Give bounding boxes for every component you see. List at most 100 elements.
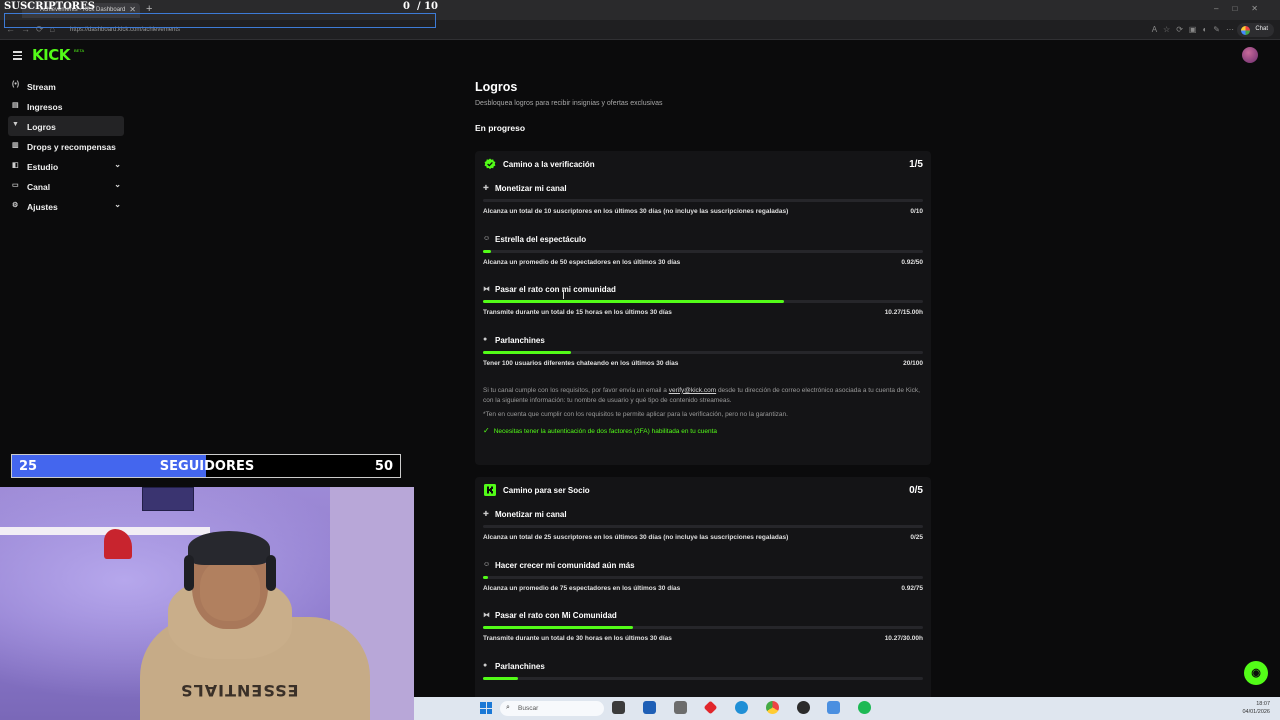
webcam-cap xyxy=(188,531,270,565)
app-red-icon[interactable] xyxy=(703,700,718,715)
sidebar-item-drops[interactable]: ▥ Drops y recompensas xyxy=(8,136,124,156)
info-text-part: Si tu canal cumple con los requisitos, p… xyxy=(483,386,669,394)
taskbar-apps xyxy=(612,700,880,716)
search-icon: ⌕ xyxy=(506,704,510,711)
task-description: Alcanza un promedio de 75 espectadores e… xyxy=(483,584,681,592)
task-description: Alcanza un total de 25 suscriptores en l… xyxy=(483,534,789,541)
obs-icon[interactable] xyxy=(796,701,810,714)
subs-goal: 10 xyxy=(424,1,438,12)
channel-icon: ▭ xyxy=(12,182,19,189)
chat-bubble-icon: ● xyxy=(483,336,488,344)
verification-info: Si tu canal cumple con los requisitos, p… xyxy=(475,380,931,454)
webcam-feed: ESSENTIALS xyxy=(0,487,414,720)
chrome-icon[interactable] xyxy=(765,701,779,714)
taskbar-search[interactable]: ⌕ Buscar xyxy=(500,701,604,716)
followers-goal-overlay: 25 SEGUIDORES 50 xyxy=(11,454,401,478)
windows-start-icon[interactable] xyxy=(480,702,492,714)
twofa-requirement: ✓ Necesitas tener la autenticación de dos… xyxy=(483,426,923,437)
card-header[interactable]: Camino para ser Socio 0/5 xyxy=(475,477,931,503)
subs-overlay-bar xyxy=(4,13,436,28)
info-text: Si tu canal cumple con los requisitos, p… xyxy=(483,386,923,406)
page-title: Logros xyxy=(475,80,518,94)
calculator-icon[interactable] xyxy=(673,701,687,714)
sidebar-item-estudio[interactable]: ◧ Estudio ⌄ xyxy=(8,156,124,176)
plus-icon: ✚ xyxy=(483,511,489,518)
task-name: Estrella del espectáculo xyxy=(495,234,587,244)
taskbar: ⌕ Buscar 18:07 04/01/2026 xyxy=(414,697,1280,720)
spotify-icon[interactable] xyxy=(858,701,872,714)
webcam-headphone-right xyxy=(266,555,276,591)
chevron-down-icon: ⌄ xyxy=(114,160,121,169)
plus-icon: ✚ xyxy=(483,185,489,192)
taskbar-search-placeholder: Buscar xyxy=(518,705,539,712)
task-item: ⧓ Pasar el rato con mi comunidad Transmi… xyxy=(475,278,931,329)
beta-tag: BETA xyxy=(74,48,85,53)
progress-fill xyxy=(483,626,634,630)
chat-button[interactable]: Chat xyxy=(1237,23,1274,37)
task-item: ● Parlanchines Tener 100 usuarios difere… xyxy=(475,329,931,380)
taskbar-clock[interactable]: 18:07 04/01/2026 xyxy=(1242,700,1270,716)
clock-date: 04/01/2026 xyxy=(1242,709,1270,715)
card-count: 1/5 xyxy=(909,159,923,170)
task-list: ✚ Monetizar mi canal Alcanza un total de… xyxy=(475,177,931,380)
card-header[interactable]: Camino a la verificación 1/5 xyxy=(475,151,931,177)
task-name: Parlanchines xyxy=(495,336,545,346)
email-link[interactable]: verify@kick.com xyxy=(669,387,716,394)
chat-bubble-icon: ● xyxy=(483,662,488,670)
info-note: *Ten en cuenta que cumplir con los requi… xyxy=(483,410,788,418)
task-item: ✚ Monetizar mi canal Alcanza un total de… xyxy=(475,177,931,228)
followers-goal: 50 xyxy=(374,459,393,474)
window-controls[interactable]: –□✕ xyxy=(1214,4,1272,13)
card-count: 0/5 xyxy=(909,485,923,496)
sidebar-item-label: Logros xyxy=(27,122,56,132)
notepad-icon[interactable] xyxy=(827,701,841,714)
progress-fill xyxy=(483,351,571,355)
edge-icon[interactable] xyxy=(735,701,749,714)
task-description: Tener 100 usuarios diferentes chateando … xyxy=(483,360,679,368)
followers-label: SEGUIDORES xyxy=(159,459,255,474)
sidebar-item-label: Ingresos xyxy=(27,102,63,112)
trophy-icon: ▼ xyxy=(12,121,19,128)
broadcast-icon: ⧓ xyxy=(483,612,490,620)
webcam-poster xyxy=(142,487,194,511)
explorer-icon[interactable] xyxy=(642,701,656,714)
progress-bar xyxy=(483,575,923,579)
card-title: Camino para ser Socio xyxy=(503,486,590,495)
main-content: Logros Desbloquea logros para recibir in… xyxy=(475,80,931,133)
text-cursor xyxy=(563,290,566,299)
achievement-card-verification: Camino a la verificación 1/5 ✚ Monetizar… xyxy=(475,151,931,465)
webcam-headphone-left xyxy=(184,555,194,591)
gift-icon: ▥ xyxy=(12,142,19,149)
kick-logo[interactable]: KICK xyxy=(32,46,70,64)
task-description: Alcanza un total de 10 suscriptores en l… xyxy=(483,208,789,215)
task-description: Transmite durante un total de 30 horas e… xyxy=(483,635,672,643)
support-chat-button[interactable]: ◉ xyxy=(1244,661,1268,685)
sidebar-item-logros[interactable]: ▼ Logros xyxy=(8,116,124,136)
progress-bar xyxy=(483,525,923,528)
chat-icon: ◉ xyxy=(1251,667,1261,679)
task-value: 0.92/75 xyxy=(901,584,923,592)
progress-bar xyxy=(483,351,923,355)
broadcast-icon: (•) xyxy=(12,81,20,88)
sidebar-item-ingresos[interactable]: ▤ Ingresos xyxy=(8,96,124,116)
chat-label: Chat xyxy=(1255,26,1268,32)
subs-overlay-count: 0 / 10 xyxy=(403,1,438,12)
avatar[interactable] xyxy=(1242,47,1258,63)
task-value: 20/100 xyxy=(903,360,923,368)
broadcast-icon: ⧓ xyxy=(483,286,490,294)
task-name: Hacer crecer mi comunidad aún más xyxy=(495,560,635,570)
menu-icon[interactable] xyxy=(13,51,22,60)
extension-icons[interactable]: A☆⟳▣◐✎⋯ xyxy=(1152,25,1240,34)
progress-fill xyxy=(483,249,491,253)
gear-icon: ⚙ xyxy=(12,202,19,209)
sidebar-item-stream[interactable]: (•) Stream xyxy=(8,76,124,96)
task-view-icon[interactable] xyxy=(612,701,625,714)
task-item: ☺ Estrella del espectáculo Alcanza un pr… xyxy=(475,228,931,279)
task-name: Monetizar mi canal xyxy=(495,184,567,193)
sidebar-item-canal[interactable]: ▭ Canal ⌄ xyxy=(8,176,124,196)
sidebar-item-label: Drops y recompensas xyxy=(27,142,116,152)
kick-badge-icon xyxy=(484,484,496,496)
sidebar-item-ajustes[interactable]: ⚙ Ajustes ⌄ xyxy=(8,196,124,216)
check-icon: ✓ xyxy=(483,425,490,435)
screen: Achievements - Kick Dashboard ✕ + –□✕ ←→… xyxy=(0,0,1280,720)
